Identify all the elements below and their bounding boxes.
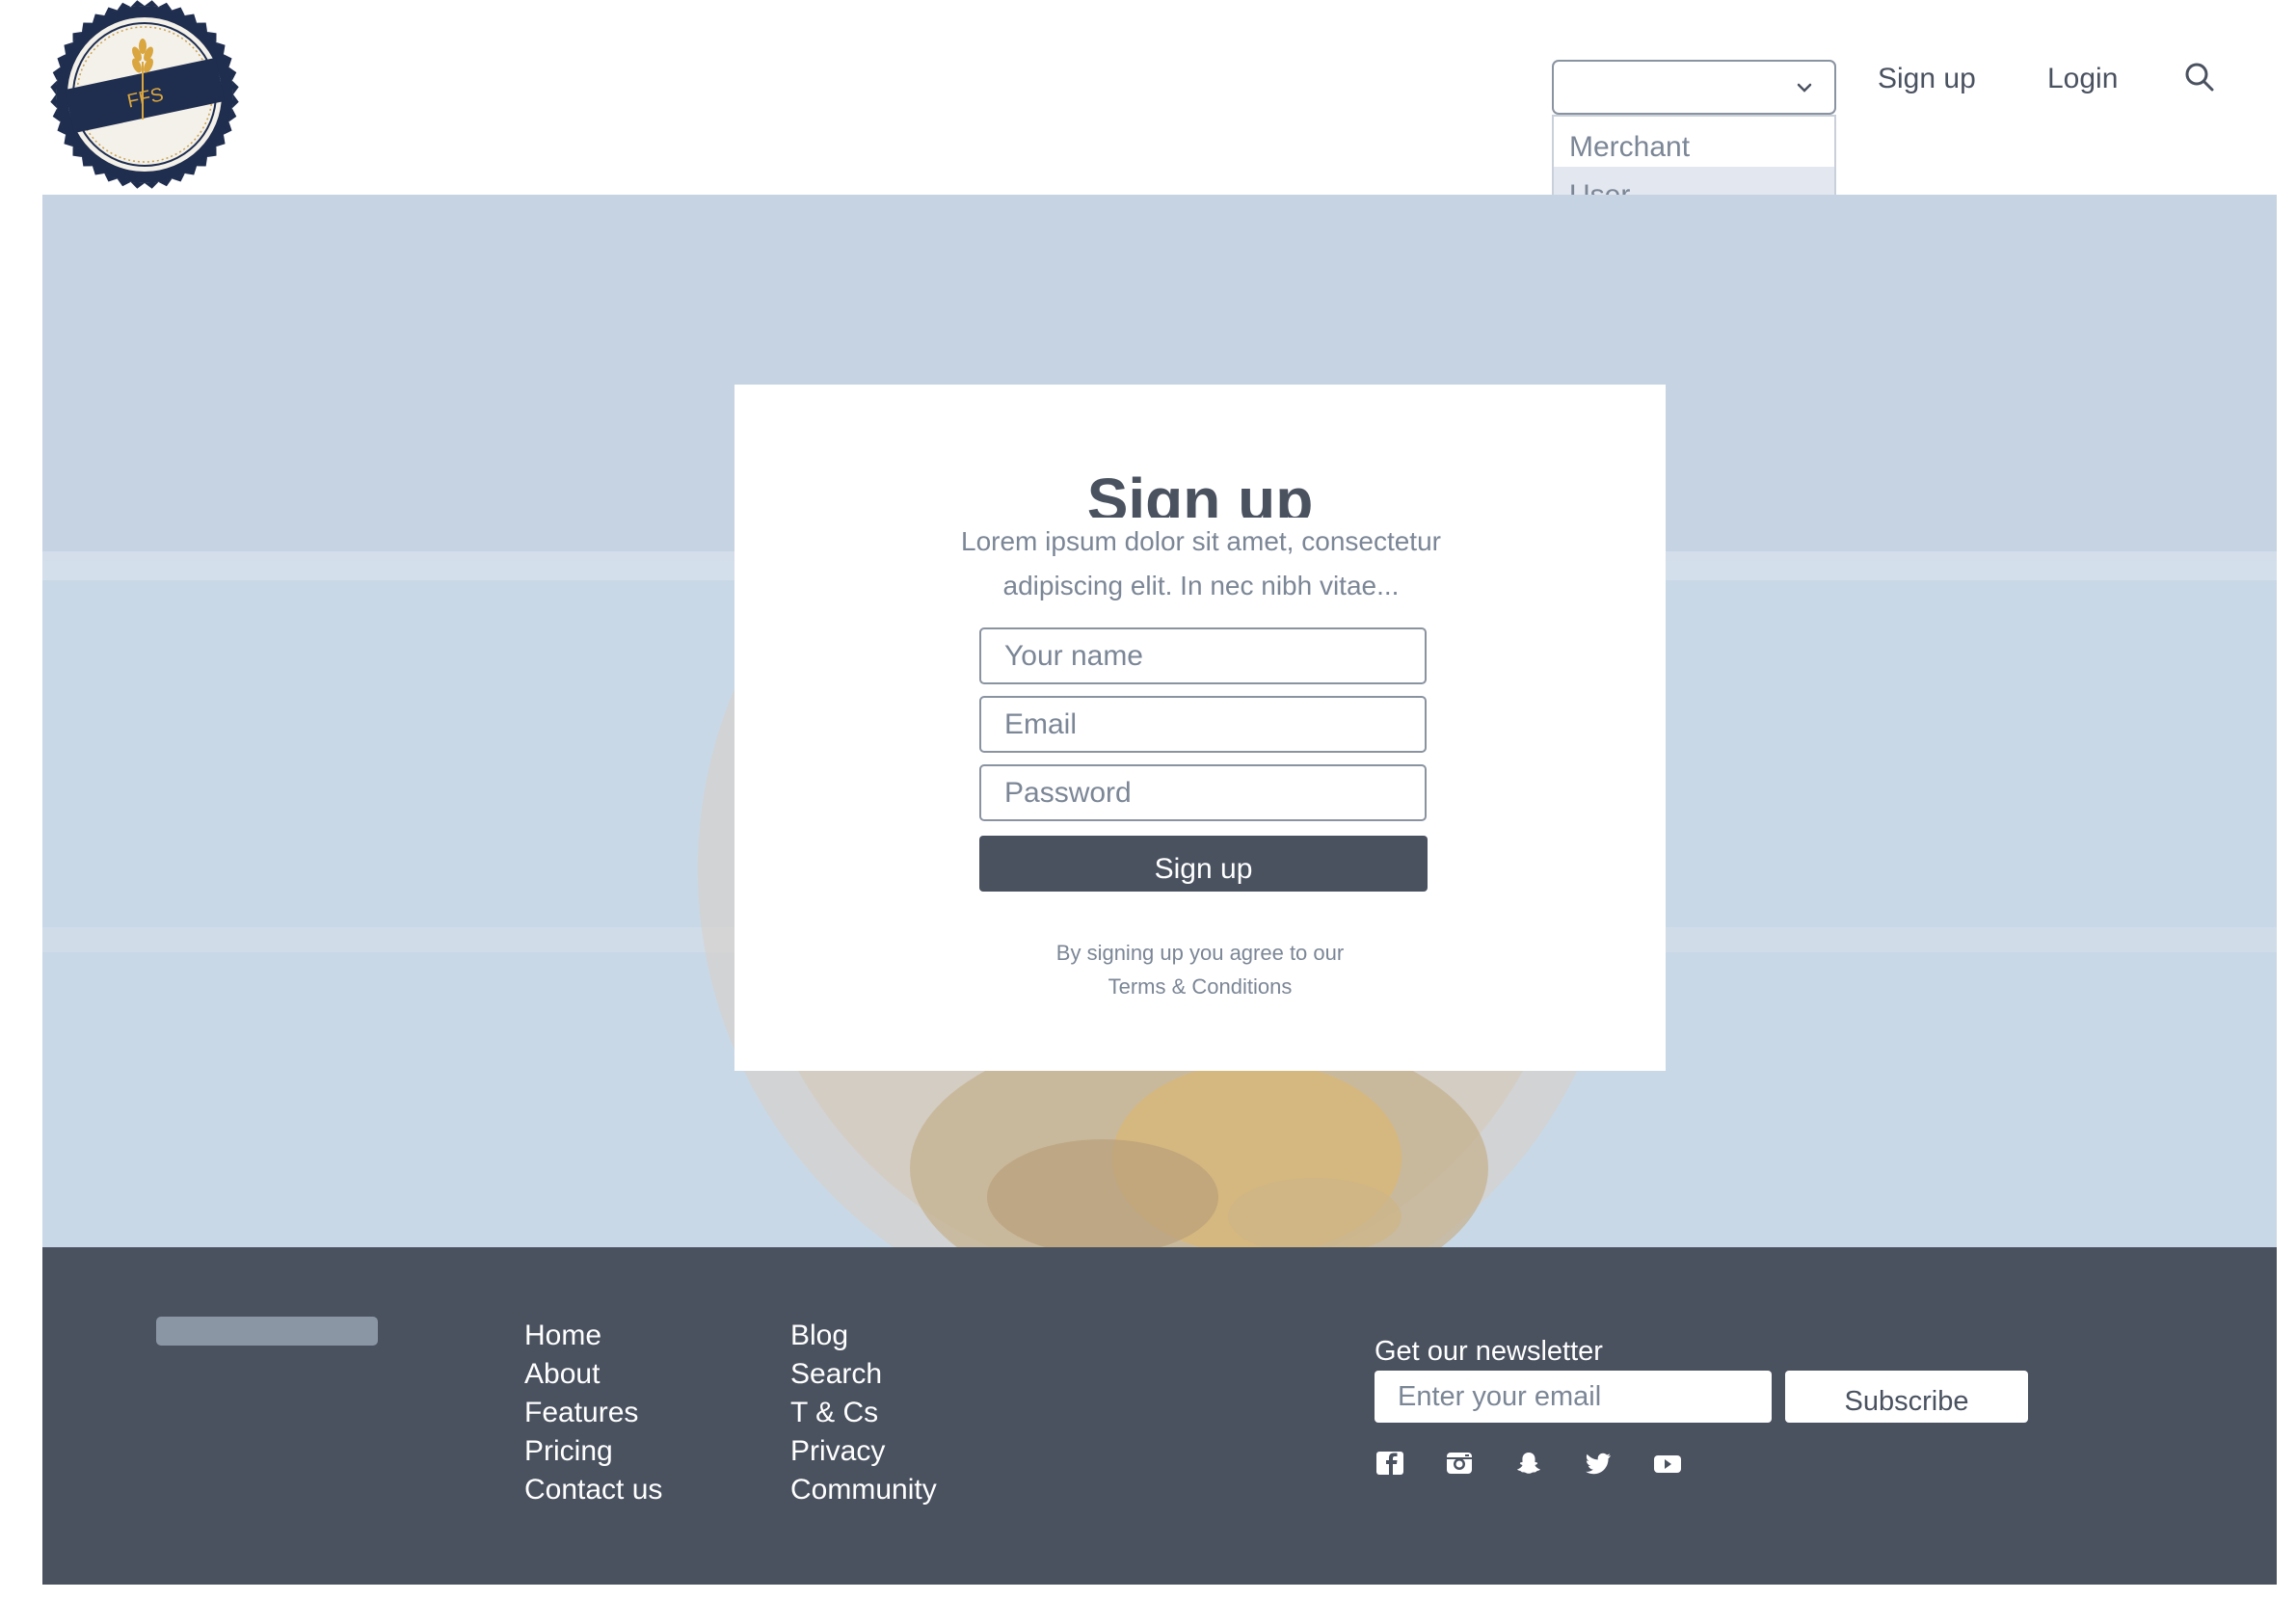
footer-link-tcs[interactable]: T & Cs [790,1394,937,1432]
youtube-link[interactable] [1652,1448,1683,1479]
footer-link-home[interactable]: Home [524,1317,662,1355]
footer-links-col2: Blog Search T & Cs Privacy Community [790,1317,937,1509]
chevron-down-icon [1797,83,1812,93]
nav-signup-link[interactable]: Sign up [1878,60,1976,98]
snapchat-icon [1517,1453,1540,1474]
role-option-user[interactable]: User [1554,167,1834,196]
signup-button[interactable]: Sign up [979,836,1428,892]
newsletter-email-input[interactable] [1375,1371,1772,1423]
footer-link-blog[interactable]: Blog [790,1317,937,1355]
signup-title: Sign up [1086,466,1314,518]
footer-logo-placeholder [156,1317,378,1346]
logo-badge: FFS [50,0,239,189]
role-dropdown-menu: Merchant User [1552,115,1836,196]
footer-link-community[interactable]: Community [790,1471,937,1509]
footer: Home About Features Pricing Contact us B… [42,1247,2277,1585]
youtube-icon [1654,1455,1681,1473]
twitter-icon [1586,1453,1611,1475]
terms-link[interactable]: Terms & Conditions [1108,974,1293,996]
hero-section: Sign up Lorem ipsum dolor sit amet, cons… [42,195,2277,1247]
facebook-icon [1376,1452,1403,1475]
instagram-link[interactable] [1444,1448,1475,1479]
subscribe-button[interactable]: Subscribe [1785,1371,2028,1423]
snapchat-link[interactable] [1513,1448,1544,1479]
footer-links-col1: Home About Features Pricing Contact us [524,1317,662,1509]
brand-logo[interactable]: FFS [50,0,239,189]
legal-text: By signing up you agree to our [1055,941,1345,965]
password-field[interactable] [979,764,1427,821]
signup-card: Sign up Lorem ipsum dolor sit amet, cons… [734,385,1666,1071]
footer-link-features[interactable]: Features [524,1394,662,1432]
role-option-merchant[interactable]: Merchant [1554,117,1834,167]
footer-link-pricing[interactable]: Pricing [524,1432,662,1471]
nav-login-link[interactable]: Login [2047,60,2118,98]
name-field[interactable] [979,627,1427,684]
footer-link-privacy[interactable]: Privacy [790,1432,937,1471]
email-field[interactable] [979,696,1427,753]
facebook-link[interactable] [1375,1448,1405,1479]
footer-link-contact[interactable]: Contact us [524,1471,662,1509]
footer-link-about[interactable]: About [524,1355,662,1394]
signup-subtitle: Lorem ipsum dolor sit amet, consectetur … [961,526,1441,600]
legal-notice: By signing up you agree to our Terms & C… [734,936,1666,996]
twitter-link[interactable] [1583,1448,1614,1479]
footer-link-search[interactable]: Search [790,1355,937,1394]
instagram-icon [1447,1453,1472,1474]
search-icon [2185,63,2214,92]
role-select[interactable] [1552,60,1836,115]
newsletter-label: Get our newsletter [1375,1336,1603,1367]
search-button[interactable] [2182,60,2217,94]
